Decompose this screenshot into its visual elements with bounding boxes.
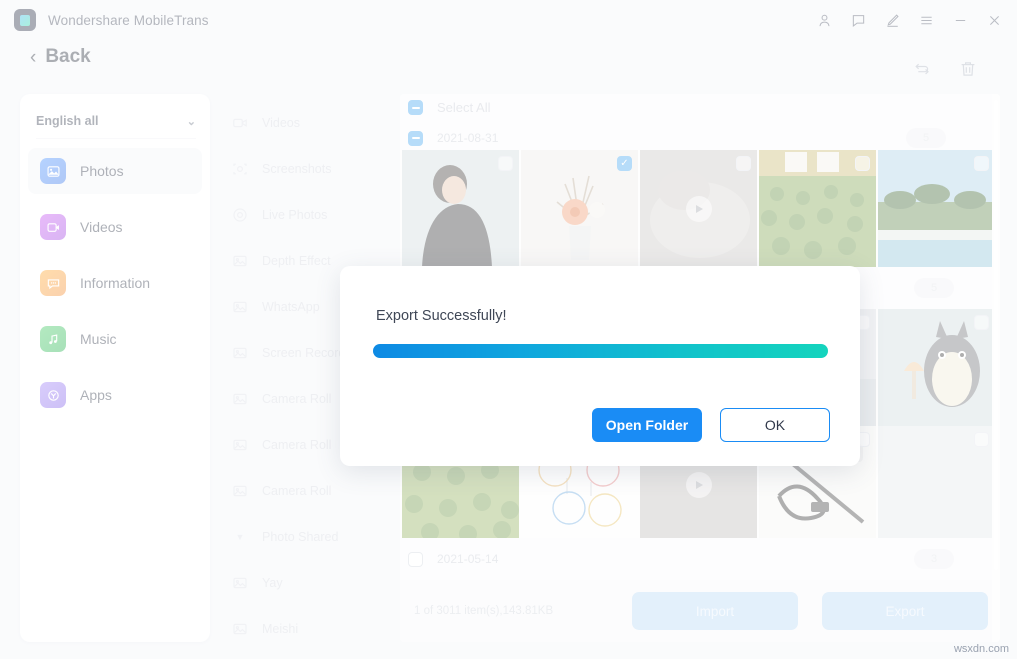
open-folder-button[interactable]: Open Folder	[592, 408, 702, 442]
export-success-dialog: Export Successfully! Open Folder OK	[340, 266, 860, 466]
progress-bar	[373, 344, 828, 358]
watermark: wsxdn.com	[954, 643, 1009, 655]
dialog-title: Export Successfully!	[376, 308, 507, 324]
ok-button[interactable]: OK	[720, 408, 830, 442]
app-window: Wondershare MobileTrans	[0, 0, 1017, 659]
dialog-actions: Open Folder OK	[592, 408, 830, 442]
